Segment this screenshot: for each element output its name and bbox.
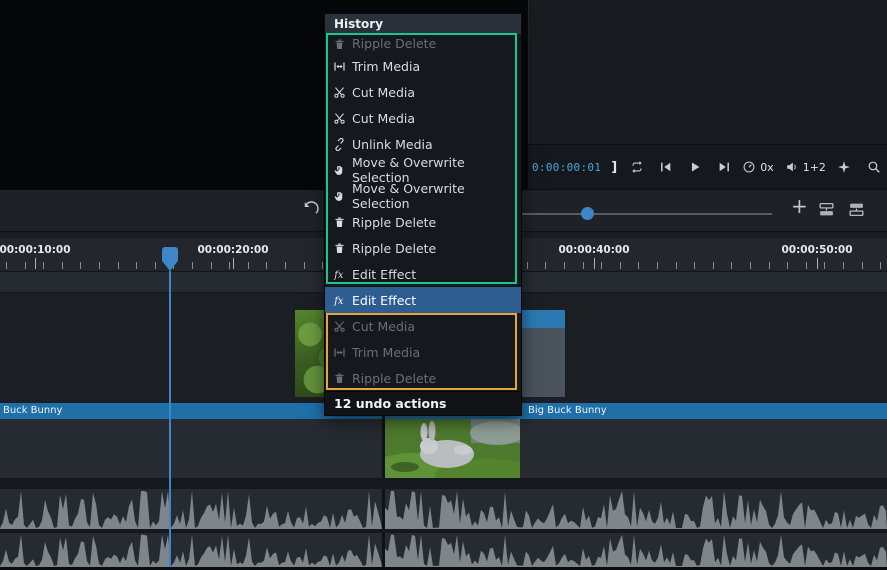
video-editor: 0:00:00:01 ] 0x 1+2 + 00:00:10:00 00:00:2… [0, 0, 887, 570]
layers-down-icon [848, 201, 865, 218]
loop-button[interactable] [630, 160, 644, 174]
video-clip-body[interactable] [0, 419, 382, 478]
history-item-label: Cut Media [352, 319, 415, 334]
audio-clip[interactable] [0, 533, 382, 567]
history-item-label: Cut Media [352, 85, 415, 100]
clip-thumbnail-bunny [385, 419, 520, 478]
audio-clip[interactable] [385, 489, 887, 529]
history-panel-title: History [325, 14, 521, 34]
trash-icon [333, 38, 346, 51]
transport-bar: 0:00:00:01 ] 0x 1+2 [528, 144, 887, 190]
add-track-above-button[interactable] [818, 201, 835, 218]
ruler-timecode-label: 00:00:10:00 [0, 244, 71, 256]
history-item-label: Edit Effect [352, 267, 416, 282]
history-item[interactable]: Ripple Delete [325, 235, 521, 261]
history-item-label: Move & Overwrite Selection [352, 181, 513, 211]
video-track-1 [0, 419, 887, 478]
history-panel: History Ripple Delete Trim Media Cut Media… [325, 14, 521, 415]
audio-channels-label: 1+2 [803, 161, 826, 174]
history-item[interactable]: fx Edit Effect [325, 261, 521, 287]
speed-dial-icon [742, 160, 756, 174]
loop-icon [630, 160, 644, 174]
svg-text:fx: fx [333, 296, 344, 307]
zoom-icon [867, 160, 881, 174]
audio-clip[interactable] [385, 533, 887, 567]
track-controls [818, 201, 865, 218]
fx-icon: fx [333, 294, 346, 307]
clip-title: Big Buck Bunny [528, 405, 607, 416]
timecode-display: 0:00:00:01 [532, 161, 601, 174]
ruler-timecode-label: 00:00:50:00 [781, 244, 852, 256]
trash-icon [333, 372, 346, 385]
history-item[interactable]: Ripple Delete [325, 209, 521, 235]
layers-up-icon [818, 201, 835, 218]
fx-icon: fx [333, 268, 346, 281]
history-item[interactable]: Trim Media [325, 339, 521, 365]
effects-button[interactable] [837, 160, 851, 174]
svg-text:fx: fx [333, 270, 344, 281]
audio-clip[interactable] [0, 489, 382, 529]
history-item[interactable]: Unlink Media [325, 131, 521, 157]
play-button[interactable] [688, 160, 702, 174]
ruler-timecode-label: 00:00:20:00 [197, 244, 268, 256]
scissors-icon [333, 320, 346, 333]
history-item-label: Trim Media [352, 59, 420, 74]
play-icon [688, 160, 702, 174]
clip-title: Buck Bunny [3, 405, 62, 416]
speed-control[interactable]: 0x [742, 160, 774, 174]
history-list: Ripple Delete Trim Media Cut Media Cut Medi… [325, 34, 521, 391]
history-item[interactable]: Ripple Delete [325, 365, 521, 391]
zoom-slider-track[interactable] [522, 213, 772, 215]
history-item[interactable]: Cut Media [325, 313, 521, 339]
audio-track-1 [0, 489, 887, 529]
speed-label: 0x [760, 161, 774, 174]
history-item-label: Unlink Media [352, 137, 433, 152]
add-track-below-button[interactable] [848, 201, 865, 218]
zoom-button[interactable] [867, 160, 881, 174]
trim-icon [333, 346, 346, 359]
mark-out-indicator: ] [611, 160, 617, 175]
sparkle-icon [837, 160, 851, 174]
skip-end-button[interactable] [717, 160, 731, 174]
history-item-label: Ripple Delete [352, 241, 436, 256]
history-item[interactable]: Cut Media [325, 79, 521, 105]
scissors-icon [333, 86, 346, 99]
add-button[interactable]: + [791, 196, 808, 216]
history-item[interactable]: Ripple Delete [325, 34, 521, 53]
trash-icon [333, 242, 346, 255]
skip-start-icon [659, 160, 673, 174]
track-gap [0, 478, 887, 489]
video-clip-body[interactable] [385, 419, 887, 478]
playback-controls [630, 160, 731, 174]
program-monitor [528, 0, 887, 144]
trim-icon [333, 60, 346, 73]
history-item-label: Trim Media [352, 345, 420, 360]
history-item[interactable]: Trim Media [325, 53, 521, 79]
audio-channels-control[interactable]: 1+2 [785, 160, 826, 174]
history-item[interactable]: Move & Overwrite Selection [325, 157, 521, 183]
history-item[interactable]: Cut Media [325, 105, 521, 131]
skip-start-button[interactable] [659, 160, 673, 174]
history-item-label: Ripple Delete [352, 36, 436, 51]
trash-icon [333, 216, 346, 229]
playhead-line[interactable] [169, 271, 171, 567]
speaker-icon [785, 160, 799, 174]
zoom-slider-thumb[interactable] [581, 207, 594, 220]
history-item-label: Ripple Delete [352, 371, 436, 386]
audio-track-2 [0, 533, 887, 567]
history-item-label: Cut Media [352, 111, 415, 126]
history-item-label: Edit Effect [352, 293, 416, 308]
ruler-timecode-label: 00:00:40:00 [558, 244, 629, 256]
history-item-label: Ripple Delete [352, 215, 436, 230]
grab-hand-icon [333, 164, 346, 177]
undo-history-button[interactable] [302, 201, 319, 218]
transport-right-controls [837, 160, 881, 174]
unlink-icon [333, 138, 346, 151]
history-undo-count: 12 undo actions [325, 391, 521, 415]
history-item[interactable]: fx Edit Effect [325, 287, 521, 313]
scissors-icon [333, 112, 346, 125]
grab-hand-icon [333, 190, 346, 203]
skip-end-icon [717, 160, 731, 174]
history-item[interactable]: Move & Overwrite Selection [325, 183, 521, 209]
